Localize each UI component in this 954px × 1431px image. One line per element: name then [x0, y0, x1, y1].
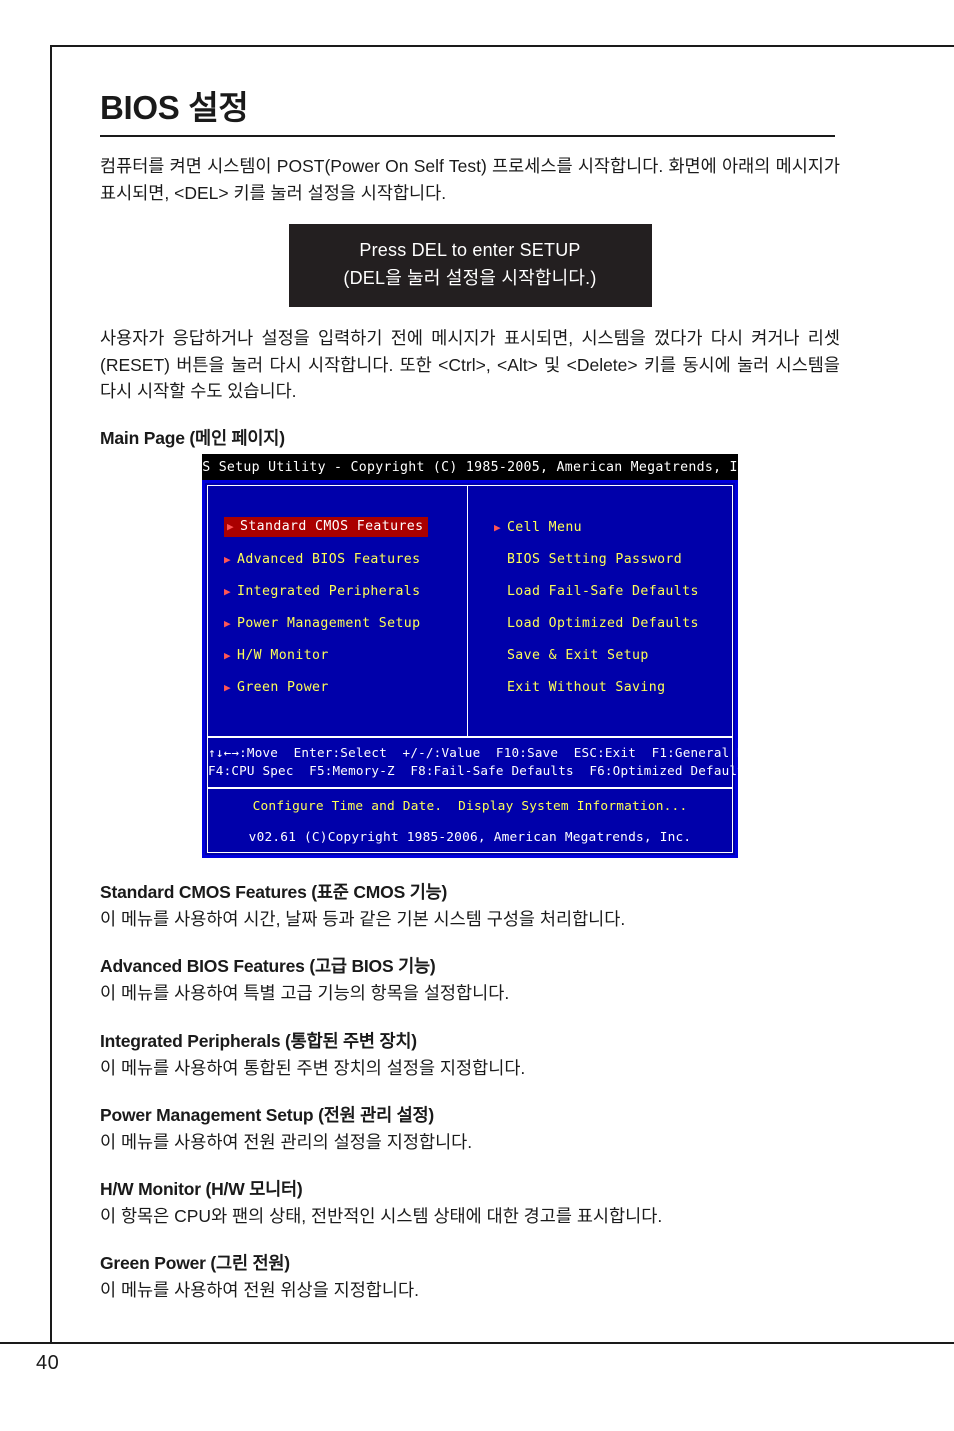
- bios-key-help-line-2: F4:CPU Spec F5:Memory-Z F8:Fail-Safe Def…: [208, 763, 753, 779]
- triangle-right-icon: ▶: [224, 584, 232, 598]
- bios-left-menu-column: ▶ Standard CMOS Features ▶ Advanced BIOS…: [208, 486, 467, 736]
- section-heading: Green Power (그린 전원): [100, 1253, 290, 1274]
- bios-menu-label: Save & Exit Setup: [506, 647, 649, 663]
- section-heading: Power Management Setup (전원 관리 설정): [100, 1104, 435, 1125]
- bios-menu-label: Advanced BIOS Features: [237, 551, 421, 567]
- bios-inner-frame: ▶ Standard CMOS Features ▶ Advanced BIOS…: [207, 485, 769, 854]
- bios-key-help: ↑↓←→:Move Enter:Select +/-/:Value F10:Sa…: [208, 738, 769, 788]
- bios-screenshot: CMOS Setup Utility - Copyright (C) 1985-…: [178, 454, 769, 859]
- bios-menu-label: BIOS Setting Password: [506, 551, 683, 567]
- section-heading: Standard CMOS Features (표준 CMOS 기능): [100, 882, 448, 903]
- main-page-heading: Main Page (메인 페이지): [100, 428, 285, 449]
- bios-menu-label: Cell Menu: [506, 519, 583, 535]
- bios-menu-label: Power Management Setup: [237, 615, 421, 631]
- bios-menu-item-integrated-peripherals[interactable]: ▶ Integrated Peripherals: [224, 575, 467, 607]
- bios-menu-label: Load Optimized Defaults: [506, 615, 699, 631]
- section-body: 이 메뉴를 사용하여 특별 고급 기능의 항목을 설정합니다.: [100, 983, 510, 1004]
- bios-menu-item-load-fail-safe-defaults[interactable]: ▶ Load Fail-Safe Defaults: [494, 575, 732, 607]
- triangle-right-icon: ▶: [227, 520, 235, 534]
- spacer-icon: ▶: [494, 682, 507, 693]
- triangle-right-icon: ▶: [224, 552, 232, 566]
- bios-key-help-line-1: ↑↓←→:Move Enter:Select +/-/:Value F10:Sa…: [208, 744, 769, 760]
- bios-version-text: v02.61 (C)Copyright 1985-2006, American …: [248, 829, 692, 845]
- section-heading: H/W Monitor (H/W 모니터): [100, 1179, 303, 1200]
- page-title: BIOS 설정: [100, 89, 249, 126]
- title-underline: [100, 135, 835, 138]
- section-advanced-bios-features: Advanced BIOS Features (고급 BIOS 기능) 이 메뉴…: [100, 953, 840, 1006]
- section-body: 이 메뉴를 사용하여 통합된 주변 장치의 설정을 지정합니다.: [100, 1057, 526, 1078]
- second-paragraph: 사용자가 응답하거나 설정을 입력하기 전에 메시지가 표시되면, 시스템을 껐…: [100, 328, 840, 402]
- section-hw-monitor: H/W Monitor (H/W 모니터) 이 항목은 CPU와 팬의 상태, …: [100, 1176, 840, 1229]
- bios-version-area: v02.61 (C)Copyright 1985-2006, American …: [208, 818, 732, 853]
- section-body: 이 메뉴를 사용하여 전원 관리의 설정을 지정합니다.: [100, 1131, 473, 1152]
- page-border-top: [50, 45, 954, 47]
- bios-menu-area: ▶ Standard CMOS Features ▶ Advanced BIOS…: [208, 486, 732, 737]
- bios-menu-item-power-management-setup[interactable]: ▶ Power Management Setup: [224, 607, 467, 639]
- bios-menu-item-save-and-exit-setup[interactable]: ▶ Save & Exit Setup: [494, 639, 732, 671]
- post-message-line-1: Press DEL to enter SETUP: [359, 240, 581, 261]
- section-body: 이 메뉴를 사용하여 시간, 날짜 등과 같은 기본 시스템 구성을 처리합니다…: [100, 909, 626, 930]
- bios-menu-label: Exit Without Saving: [506, 679, 666, 695]
- intro-paragraph: 컴퓨터를 켜면 시스템이 POST(Power On Self Test) 프로…: [100, 156, 840, 203]
- section-body: 이 항목은 CPU와 팬의 상태, 전반적인 시스템 상태에 대한 경고를 표시…: [100, 1206, 663, 1227]
- bios-menu-item-hw-monitor[interactable]: ▶ H/W Monitor: [224, 639, 467, 671]
- bios-menu-item-standard-cmos-features[interactable]: ▶ Standard CMOS Features: [224, 511, 467, 543]
- section-heading: Integrated Peripherals (통합된 주변 장치): [100, 1030, 417, 1051]
- section-green-power: Green Power (그린 전원) 이 메뉴를 사용하여 전원 위상을 지정…: [100, 1250, 840, 1303]
- page-border-left: [50, 45, 52, 1342]
- bios-titlebar: CMOS Setup Utility - Copyright (C) 1985-…: [178, 454, 762, 481]
- bios-menu-item-exit-without-saving[interactable]: ▶ Exit Without Saving: [494, 671, 732, 703]
- section-power-management-setup: Power Management Setup (전원 관리 설정) 이 메뉴를 …: [100, 1102, 840, 1155]
- page-footer-rule: [0, 1342, 954, 1344]
- bios-menu-item-bios-setting-password[interactable]: ▶ BIOS Setting Password: [494, 543, 732, 575]
- bios-menu-label: H/W Monitor: [237, 647, 329, 663]
- triangle-right-icon: ▶: [224, 680, 232, 694]
- section-heading: Advanced BIOS Features (고급 BIOS 기능): [100, 956, 436, 977]
- section-body: 이 메뉴를 사용하여 전원 위상을 지정합니다.: [100, 1280, 419, 1301]
- triangle-right-icon: ▶: [224, 648, 232, 662]
- spacer-icon: ▶: [494, 554, 507, 565]
- section-integrated-peripherals: Integrated Peripherals (통합된 주변 장치) 이 메뉴를…: [100, 1028, 840, 1081]
- bios-menu-item-load-optimized-defaults[interactable]: ▶ Load Optimized Defaults: [494, 607, 732, 639]
- bios-context-help-text: Configure Time and Date. Display System …: [252, 798, 688, 814]
- section-standard-cmos-features: Standard CMOS Features (표준 CMOS 기능) 이 메뉴…: [100, 879, 840, 932]
- post-message-line-2: (DEL을 눌러 설정을 시작합니다.): [343, 268, 597, 289]
- bios-setup-screen: CMOS Setup Utility - Copyright (C) 1985-…: [178, 454, 769, 859]
- page-number: 40: [36, 1352, 60, 1374]
- bios-context-help: Configure Time and Date. Display System …: [208, 789, 732, 818]
- post-message-box: Press DEL to enter SETUP (DEL을 눌러 설정을 시작…: [288, 224, 652, 308]
- bios-menu-label: Load Fail-Safe Defaults: [506, 583, 699, 599]
- spacer-icon: ▶: [494, 586, 507, 597]
- bios-right-menu-column: ▶ Cell Menu ▶ BIOS Setting Password ▶ Lo…: [466, 486, 732, 737]
- bios-menu-label: Integrated Peripherals: [237, 583, 421, 599]
- bios-menu-item-advanced-bios-features[interactable]: ▶ Advanced BIOS Features: [224, 543, 467, 575]
- bios-menu-label: Green Power: [237, 679, 329, 695]
- bios-menu-label: Standard CMOS Features: [240, 519, 424, 535]
- triangle-right-icon: ▶: [224, 616, 232, 630]
- bios-menu-item-cell-menu[interactable]: ▶ Cell Menu: [494, 511, 732, 543]
- bios-body: ▶ Standard CMOS Features ▶ Advanced BIOS…: [202, 480, 769, 859]
- spacer-icon: ▶: [494, 650, 507, 661]
- bios-menu-item-green-power[interactable]: ▶ Green Power: [224, 671, 467, 703]
- page-content: BIOS 설정 컴퓨터를 켜면 시스템이 POST(Power On Self …: [100, 89, 840, 1304]
- spacer-icon: ▶: [494, 618, 507, 629]
- triangle-right-icon: ▶: [493, 520, 501, 534]
